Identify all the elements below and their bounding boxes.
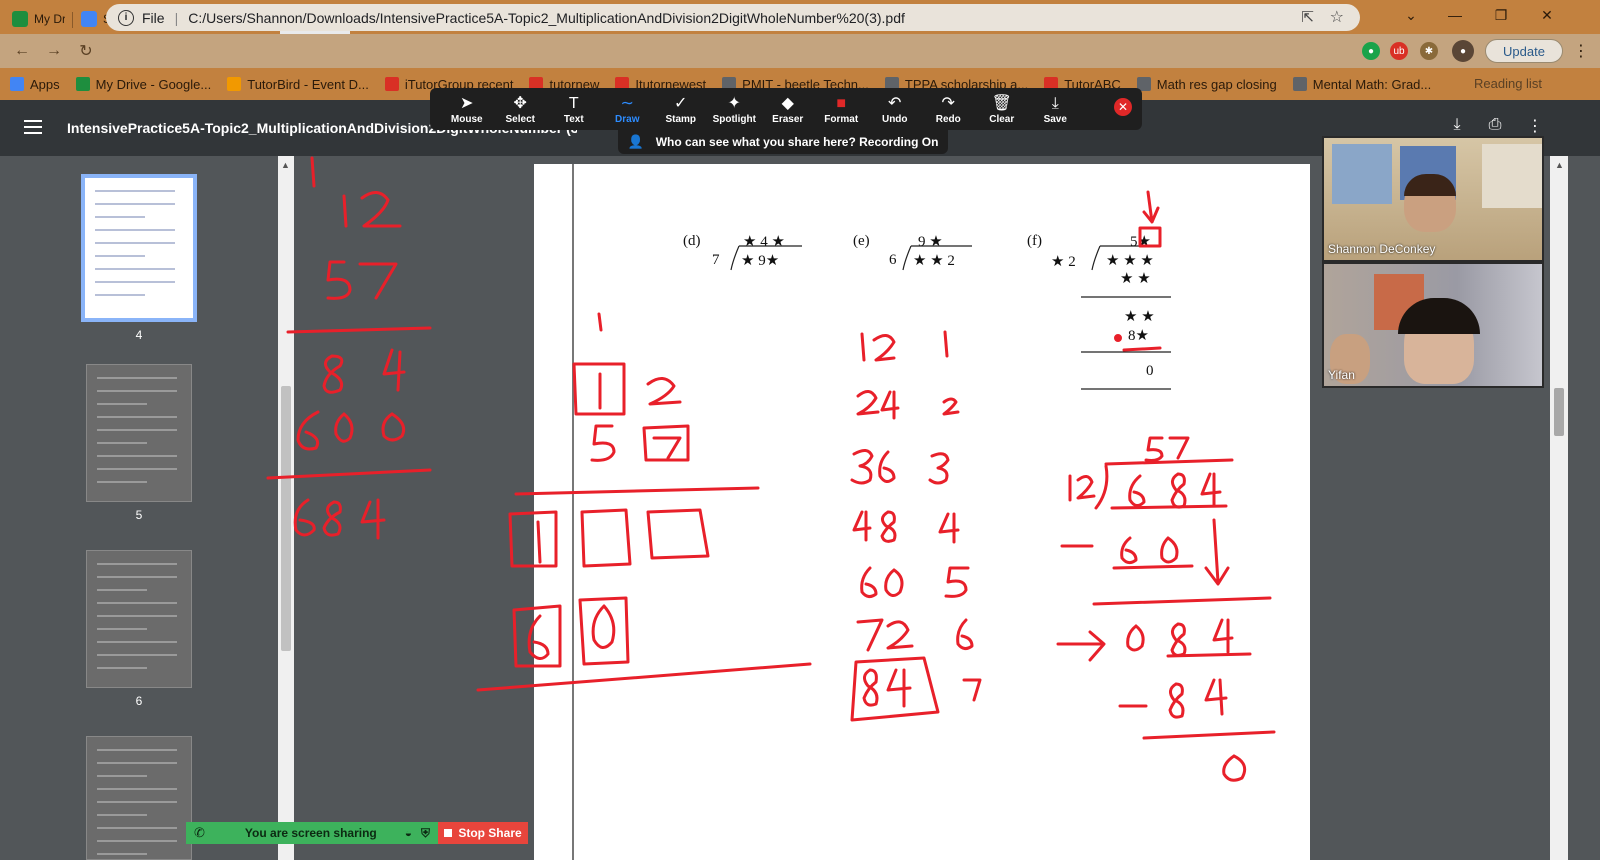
- annotate-tool-label: Text: [563, 113, 584, 125]
- format-icon: ■: [836, 94, 847, 112]
- annotate-tool-label: Undo: [881, 113, 908, 125]
- participants-icon: 👤: [627, 134, 644, 149]
- redo-icon: ↷: [941, 94, 955, 112]
- save-icon: ⤓: [1051, 94, 1059, 112]
- annotate-tool-undo[interactable]: ↶ Undo: [868, 90, 922, 128]
- annotate-tool-label: Mouse: [450, 113, 483, 125]
- annotate-tool-label: Stamp: [665, 113, 697, 125]
- annotate-tool-draw[interactable]: ∼ Draw: [601, 90, 655, 128]
- document-scrollbar[interactable]: ▲: [1550, 156, 1568, 860]
- undo-icon: ↶: [888, 94, 902, 112]
- annotate-tool-redo[interactable]: ↷ Redo: [922, 90, 976, 128]
- cursor-icon: ➤: [460, 94, 474, 112]
- annotate-tool-select[interactable]: ✥ Select: [494, 90, 548, 128]
- annotate-tool-label: Draw: [615, 113, 640, 125]
- annotate-tool-spotlight[interactable]: ✦ Spotlight: [708, 90, 762, 128]
- eraser-icon: ◆: [781, 94, 794, 112]
- draw-icon: ∼: [620, 94, 634, 112]
- signal-icon: ◒: [404, 826, 412, 840]
- stop-share-button[interactable]: Stop Share: [438, 822, 528, 844]
- trash-icon: 🗑: [991, 94, 1012, 112]
- annotate-tool-label: Save: [1043, 113, 1067, 125]
- annotate-toolbar: ➤ Mouse ✥ Select T Text ∼ Draw ✓ Stamp ✦ Spotlight ◆…: [430, 88, 1142, 130]
- annotate-tool-eraser[interactable]: ◆ Eraser: [761, 90, 815, 128]
- stop-icon: [444, 829, 453, 837]
- spotlight-icon: ✦: [727, 94, 741, 112]
- poster-image: [1332, 144, 1392, 204]
- participant-name: Shannon DeConkey: [1328, 242, 1436, 256]
- shield-icon: ⛨: [420, 825, 430, 840]
- sharing-status: You are screen sharing: [244, 826, 377, 840]
- annotate-tool-label: Spotlight: [712, 113, 756, 125]
- move-icon: ✥: [513, 94, 527, 112]
- annotate-tool-label: Eraser: [772, 113, 804, 125]
- poster-image: [1482, 144, 1542, 208]
- annotate-tool-text[interactable]: T Text: [547, 90, 601, 128]
- annotate-tool-stamp[interactable]: ✓ Stamp: [654, 90, 708, 128]
- video-tile-yifan[interactable]: Yifan: [1322, 262, 1544, 388]
- document-scroll-thumb[interactable]: [1554, 388, 1564, 436]
- video-tile-shannon[interactable]: Shannon DeConkey: [1322, 136, 1544, 262]
- close-annotate-icon[interactable]: ✕: [1114, 98, 1132, 116]
- recording-banner[interactable]: 👤 Who can see what you share here? Recor…: [618, 130, 948, 154]
- annotate-tool-label: Format: [824, 113, 859, 125]
- annotate-tool-label: Redo: [935, 113, 961, 125]
- annotate-tool-clear[interactable]: 🗑 Clear: [975, 90, 1029, 128]
- annotate-tool-save[interactable]: ⤓ Save: [1029, 90, 1083, 128]
- annotate-tool-mouse[interactable]: ➤ Mouse: [440, 90, 494, 128]
- annotate-tool-label: Clear: [989, 113, 1015, 125]
- annotate-tool-format[interactable]: ■ Format: [815, 90, 869, 128]
- participant-name: Yifan: [1328, 368, 1355, 382]
- doc-scroll-up-icon[interactable]: ▲: [1555, 160, 1564, 170]
- stamp-icon: ✓: [674, 94, 688, 112]
- screen-sharing-bar[interactable]: ✆ You are screen sharing ◒ ⛨: [186, 822, 438, 844]
- recording-banner-text: Who can see what you share here? Recordi…: [655, 135, 939, 149]
- annotate-tool-label: Select: [505, 113, 535, 125]
- phone-icon: ✆: [194, 825, 205, 840]
- stop-share-label: Stop Share: [458, 826, 522, 840]
- text-icon: T: [568, 94, 579, 112]
